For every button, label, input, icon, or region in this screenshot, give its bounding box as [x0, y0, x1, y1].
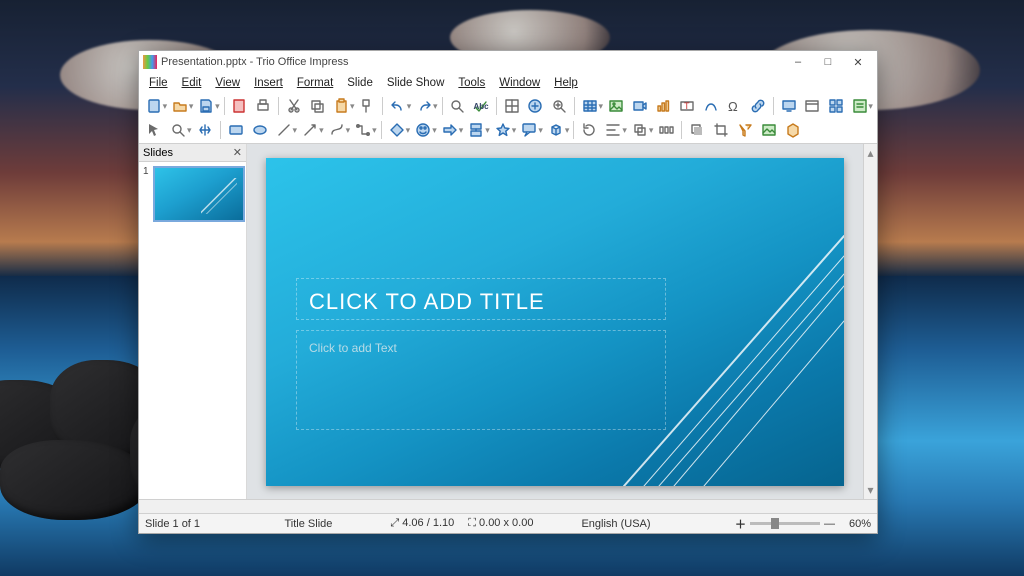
ellipse-icon[interactable]	[249, 119, 271, 141]
menu-bar: File Edit View Insert Format Slide Slide…	[139, 73, 877, 93]
export-pdf-icon[interactable]	[229, 95, 251, 117]
menu-file[interactable]: File	[143, 76, 174, 90]
zoom-drag-icon[interactable]	[167, 119, 189, 141]
menu-help[interactable]: Help	[548, 76, 584, 90]
special-char-icon[interactable]: Ω	[723, 95, 745, 117]
zoom-tool-icon[interactable]	[548, 95, 570, 117]
undo-icon[interactable]	[387, 95, 409, 117]
chart-icon[interactable]	[652, 95, 674, 117]
window-title: Presentation.pptx - Trio Office Impress	[161, 56, 348, 68]
views-icon[interactable]	[825, 95, 847, 117]
basic-shape-icon[interactable]	[386, 119, 408, 141]
status-cursor-pos: ⤢ 4.06 / 1.10	[390, 517, 454, 530]
hyperlink-icon[interactable]	[747, 95, 769, 117]
status-layout: Title Slide	[285, 518, 333, 530]
vertical-scrollbar[interactable]: ▴▾	[863, 144, 877, 499]
spellcheck-icon[interactable]: Abc	[470, 95, 492, 117]
slide-thumbnail-1[interactable]	[153, 166, 245, 222]
menu-tools[interactable]: Tools	[452, 76, 491, 90]
textbox-icon[interactable]: T	[676, 95, 698, 117]
arrange-icon[interactable]	[629, 119, 651, 141]
minimize-button[interactable]: –	[783, 53, 813, 71]
thumbnail-number: 1	[143, 166, 149, 177]
title-bar[interactable]: Presentation.pptx - Trio Office Impress …	[139, 51, 877, 73]
select-icon[interactable]	[143, 119, 165, 141]
menu-slide[interactable]: Slide	[341, 76, 379, 90]
callout-icon[interactable]	[518, 119, 540, 141]
rotate-icon[interactable]	[578, 119, 600, 141]
slide-canvas[interactable]: CLICK TO ADD TITLE Click to add Text	[266, 158, 844, 486]
app-icon	[143, 55, 157, 69]
line-icon[interactable]	[273, 119, 295, 141]
svg-text:Ω: Ω	[728, 99, 738, 114]
star-icon[interactable]	[492, 119, 514, 141]
zoom-slider[interactable]: ＋ —	[735, 516, 835, 532]
close-button[interactable]: ✕	[843, 53, 873, 71]
print-icon[interactable]	[252, 95, 274, 117]
slides-panel-title: Slides	[143, 147, 173, 159]
maximize-button[interactable]: □	[813, 53, 843, 71]
extrusion-icon[interactable]	[782, 119, 804, 141]
menu-view[interactable]: View	[209, 76, 246, 90]
symbol-icon[interactable]	[412, 119, 434, 141]
curve-icon[interactable]	[326, 119, 348, 141]
horizontal-scrollbar[interactable]	[139, 499, 877, 513]
menu-format[interactable]: Format	[291, 76, 339, 90]
arrow-shape-icon[interactable]	[439, 119, 461, 141]
svg-text:T: T	[684, 101, 690, 111]
status-bar: Slide 1 of 1 Title Slide ⤢ 4.06 / 1.10 ⛶…	[139, 513, 877, 533]
slide-editor[interactable]: CLICK TO ADD TITLE Click to add Text	[247, 144, 863, 499]
clone-format-icon[interactable]	[356, 95, 378, 117]
redo-icon[interactable]	[413, 95, 435, 117]
align-icon[interactable]	[602, 119, 624, 141]
fontwork-icon[interactable]	[700, 95, 722, 117]
text-placeholder[interactable]: Click to add Text	[296, 330, 666, 430]
connector-icon[interactable]	[352, 119, 374, 141]
menu-insert[interactable]: Insert	[248, 76, 289, 90]
open-doc-icon[interactable]	[169, 95, 191, 117]
status-language[interactable]: English (USA)	[581, 518, 650, 530]
status-slide-count: Slide 1 of 1	[145, 518, 200, 530]
slides-panel: Slides ✕ 1	[139, 144, 247, 499]
slides-panel-close[interactable]: ✕	[233, 146, 242, 159]
toolbars: ▾ ▾ ▾ ▾ ▾ ▾ Abc	[139, 93, 877, 144]
distribute-icon[interactable]	[655, 119, 677, 141]
filter-icon[interactable]	[734, 119, 756, 141]
app-window: Presentation.pptx - Trio Office Impress …	[138, 50, 878, 534]
find-icon[interactable]	[447, 95, 469, 117]
copy-icon[interactable]	[307, 95, 329, 117]
new-doc-icon[interactable]	[143, 95, 165, 117]
master-icon[interactable]	[801, 95, 823, 117]
template-icon[interactable]	[849, 95, 871, 117]
status-zoom-level[interactable]: 60%	[849, 518, 871, 530]
status-object-size: ⛶ 0.00 x 0.00	[468, 517, 533, 530]
line-arrow-icon[interactable]	[299, 119, 321, 141]
paste-icon[interactable]	[330, 95, 352, 117]
shadow-icon[interactable]	[686, 119, 708, 141]
slideshow-icon[interactable]	[778, 95, 800, 117]
title-placeholder[interactable]: CLICK TO ADD TITLE	[296, 278, 666, 320]
3d-icon[interactable]	[545, 119, 567, 141]
rectangle-icon[interactable]	[225, 119, 247, 141]
menu-window[interactable]: Window	[493, 76, 546, 90]
grid-icon[interactable]	[501, 95, 523, 117]
save-doc-icon[interactable]	[195, 95, 217, 117]
cut-icon[interactable]	[283, 95, 305, 117]
flowchart-icon[interactable]	[465, 119, 487, 141]
image-icon[interactable]	[605, 95, 627, 117]
av-icon[interactable]	[629, 95, 651, 117]
menu-edit[interactable]: Edit	[176, 76, 208, 90]
menu-slideshow[interactable]: Slide Show	[381, 76, 451, 90]
insert-pic-icon[interactable]	[758, 119, 780, 141]
nav-icon[interactable]	[525, 95, 547, 117]
table-icon[interactable]	[579, 95, 601, 117]
pan-icon[interactable]	[194, 119, 216, 141]
crop-icon[interactable]	[710, 119, 732, 141]
